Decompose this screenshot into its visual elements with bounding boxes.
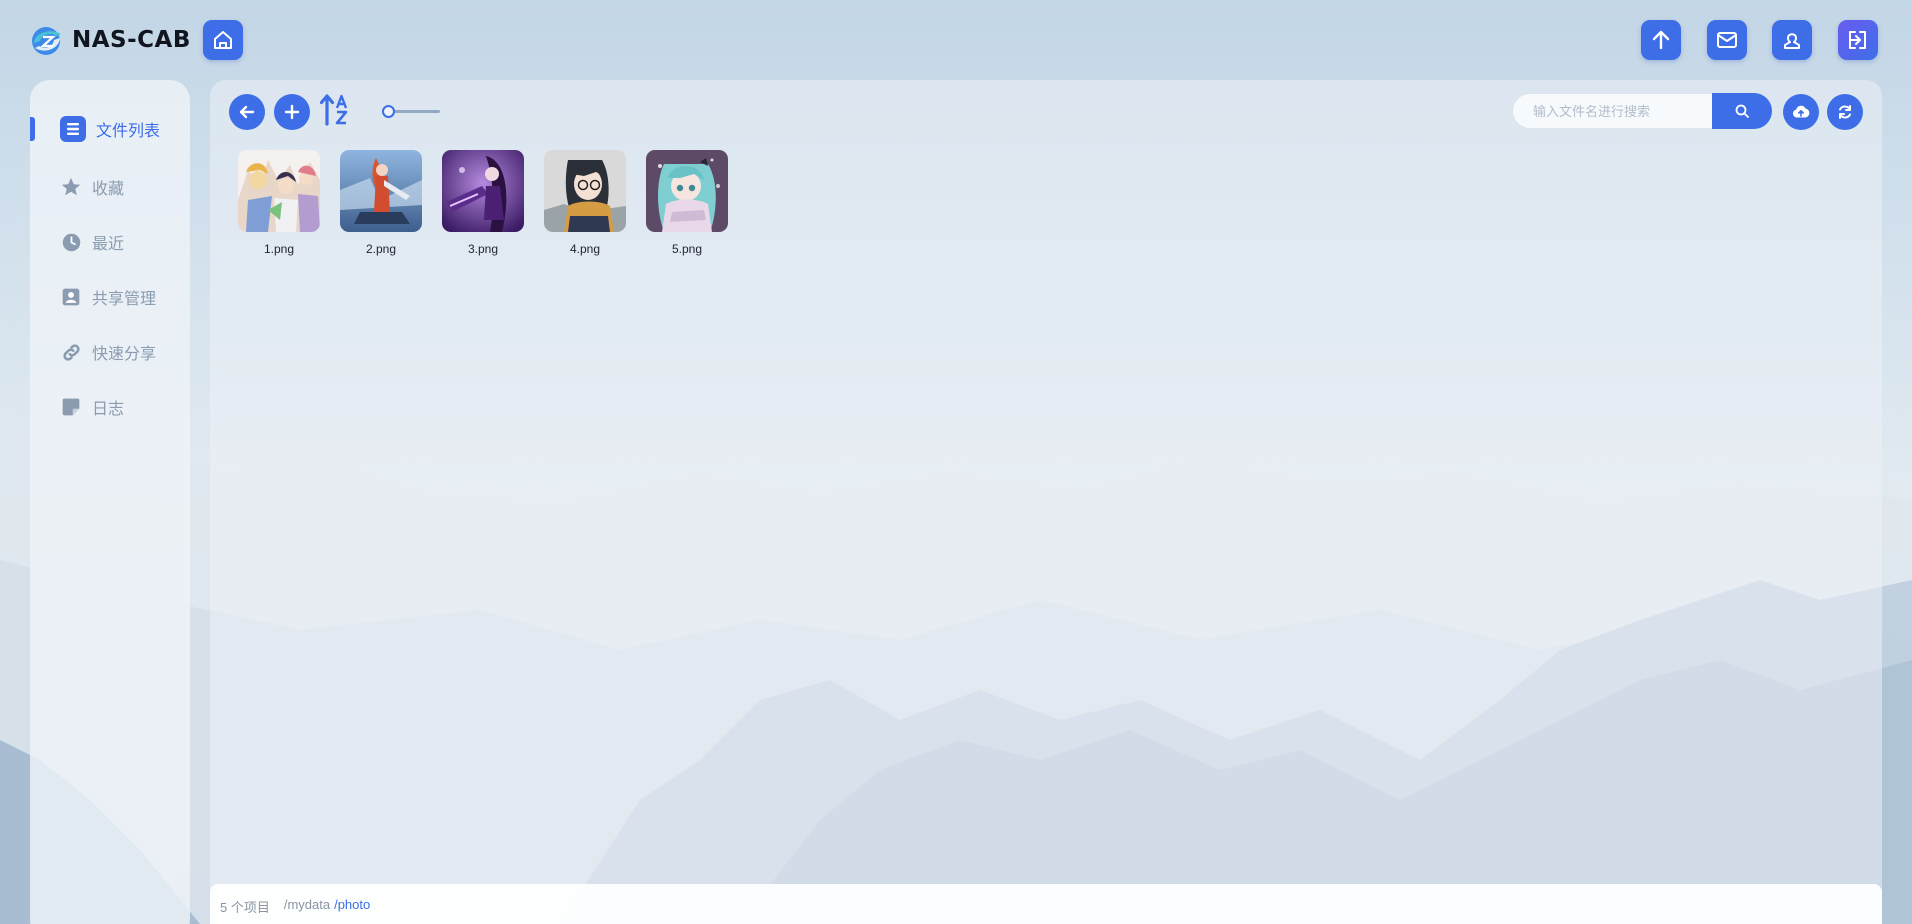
refresh-icon: [1839, 105, 1851, 119]
item-count: 5 个项目: [220, 900, 270, 915]
sidebar-item-label: 快速分享: [92, 346, 157, 363]
file-browser-panel: 1.png 2.png: [210, 80, 1882, 924]
file-item[interactable]: 3.png: [442, 150, 524, 256]
zoom-slider[interactable]: [380, 104, 442, 118]
file-thumbnail[interactable]: [442, 150, 524, 232]
user-icon: [1784, 33, 1800, 49]
arrow-up-icon: [1652, 30, 1670, 50]
status-bar: 5 个项目 /mydata /photo: [210, 884, 1882, 924]
sidebar-item-favorites[interactable]: 收藏: [30, 167, 190, 207]
home-button[interactable]: [203, 20, 243, 60]
sidebar-item-label: 最近: [92, 236, 125, 253]
logo-icon: [32, 27, 61, 55]
file-list-icon: [60, 116, 86, 142]
share-manage-icon: [60, 286, 82, 308]
search-field[interactable]: [1512, 93, 1722, 129]
file-item[interactable]: 4.png: [544, 150, 626, 256]
zoom-handle[interactable]: [382, 105, 395, 118]
user-button[interactable]: [1772, 20, 1812, 60]
new-folder-button[interactable]: [274, 94, 310, 130]
sort-az-icon[interactable]: [320, 93, 352, 127]
cloud-upload-button[interactable]: [1783, 94, 1819, 130]
file-thumbnail[interactable]: [544, 150, 626, 232]
link-icon: [60, 341, 82, 363]
logout-button[interactable]: [1838, 20, 1878, 60]
file-name: 4.png: [569, 242, 601, 256]
sidebar-item-label: 共享管理: [92, 291, 157, 308]
file-thumbnail[interactable]: [646, 150, 728, 232]
upload-button[interactable]: [1641, 20, 1681, 60]
search-button[interactable]: [1712, 93, 1772, 129]
refresh-button[interactable]: [1827, 94, 1863, 130]
file-grid: 1.png 2.png 3.png 4.png 5.png: [238, 150, 728, 256]
plus-icon: [284, 104, 300, 120]
home-icon: [214, 31, 232, 49]
file-name: 2.png: [365, 242, 397, 256]
note-icon: [60, 396, 82, 418]
file-name: 5.png: [671, 242, 703, 256]
sidebar-item-label: 文件列表: [96, 123, 161, 140]
sidebar: 文件列表 收藏 最近 共享管理 快速分享 日志: [30, 80, 190, 924]
file-item[interactable]: 1.png: [238, 150, 320, 256]
logout-icon: [1849, 31, 1866, 49]
app-logo[interactable]: NAS-CAB: [29, 24, 191, 56]
sidebar-item-recent[interactable]: 最近: [30, 222, 190, 262]
file-item[interactable]: 5.png: [646, 150, 728, 256]
sidebar-item-log[interactable]: 日志: [30, 387, 190, 427]
sidebar-item-quick-share[interactable]: 快速分享: [30, 332, 190, 372]
cloud-upload-icon: [1792, 105, 1810, 118]
back-button[interactable]: [229, 94, 265, 130]
sidebar-item-file-list[interactable]: 文件列表: [30, 109, 190, 149]
file-name: 1.png: [263, 242, 295, 256]
sidebar-item-share-manage[interactable]: 共享管理: [30, 277, 190, 317]
file-item[interactable]: 2.png: [340, 150, 422, 256]
search-input[interactable]: [1533, 103, 1693, 119]
file-thumbnail[interactable]: [238, 150, 320, 232]
sidebar-item-label: 收藏: [92, 181, 125, 198]
messages-button[interactable]: [1707, 20, 1747, 60]
mail-icon: [1717, 32, 1737, 48]
breadcrumb-root[interactable]: /mydata: [284, 897, 330, 912]
arrow-left-icon: [239, 105, 255, 119]
search-icon: [1735, 104, 1749, 118]
clock-icon: [60, 231, 82, 253]
breadcrumb-current[interactable]: /photo: [334, 897, 370, 912]
app-name: NAS-CAB: [72, 27, 191, 53]
star-icon: [60, 176, 82, 198]
file-name: 3.png: [467, 242, 499, 256]
sidebar-item-label: 日志: [92, 401, 125, 418]
active-indicator: [30, 117, 35, 141]
file-thumbnail[interactable]: [340, 150, 422, 232]
